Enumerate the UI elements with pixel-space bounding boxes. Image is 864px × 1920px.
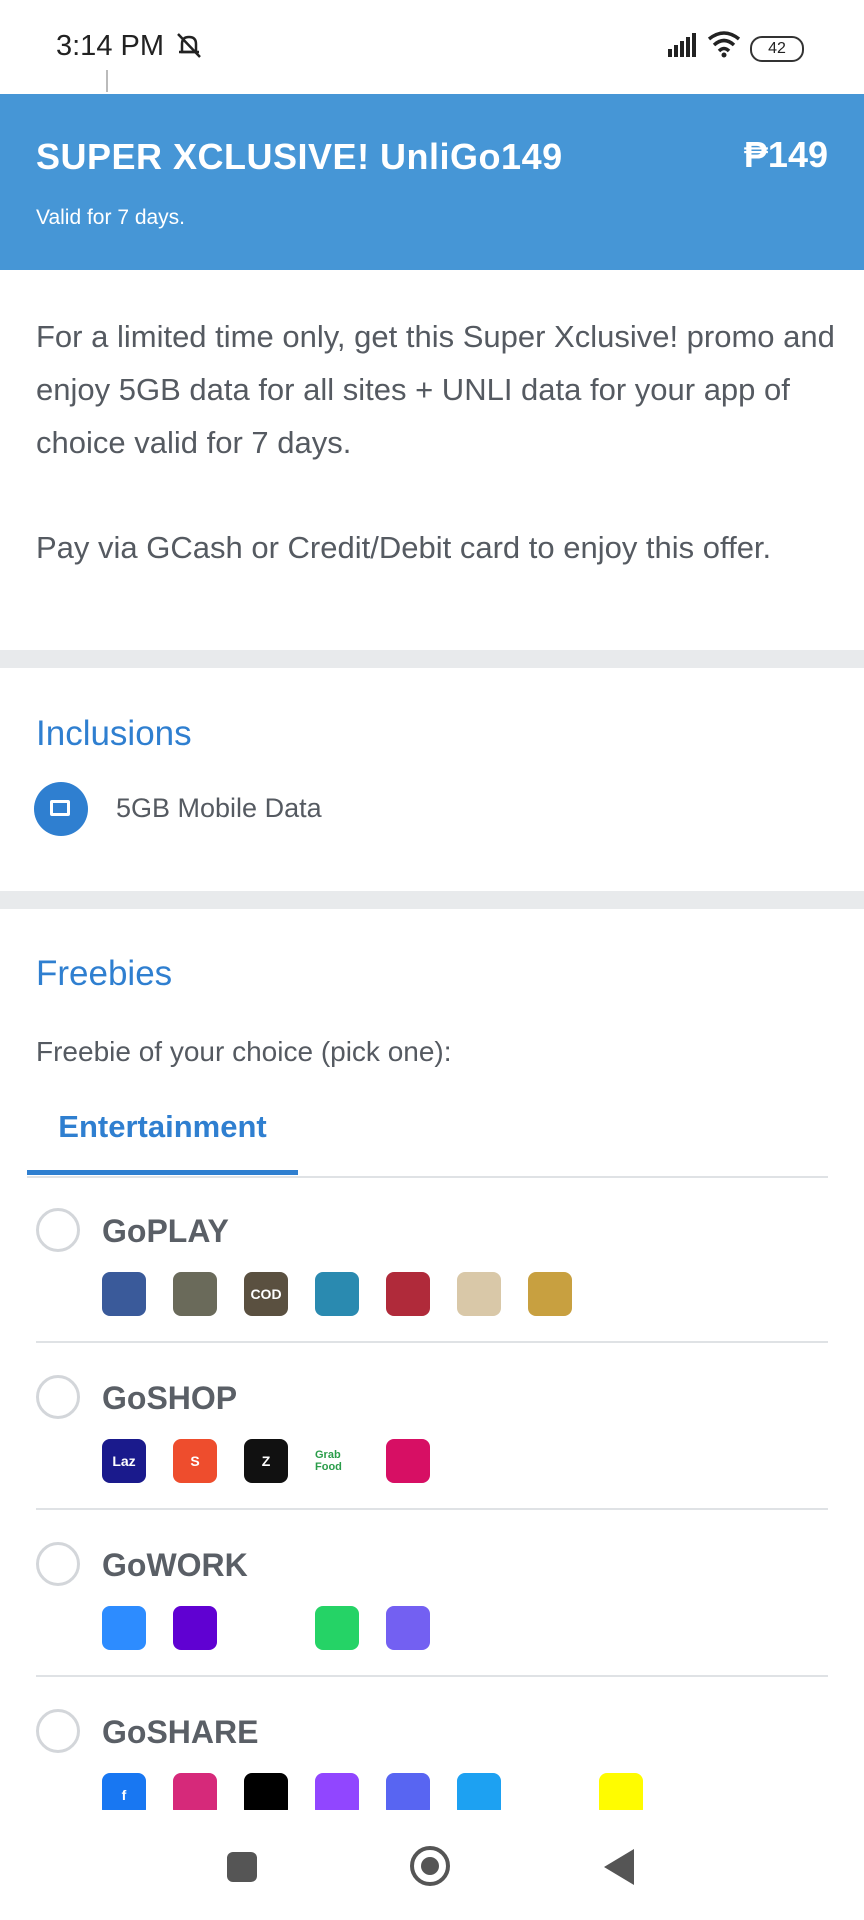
home-button[interactable] bbox=[410, 1846, 450, 1886]
freebies-title: Freebies bbox=[36, 954, 173, 993]
arena-game-icon bbox=[386, 1272, 430, 1316]
radio-button[interactable] bbox=[36, 1208, 80, 1252]
wifi-icon bbox=[707, 31, 741, 58]
action-game-icon bbox=[528, 1272, 572, 1316]
lazada-icon: Laz bbox=[102, 1439, 146, 1483]
inclusion-label: 5GB Mobile Data bbox=[116, 793, 322, 823]
whatsapp-icon bbox=[315, 1606, 359, 1650]
option-label: GoSHARE bbox=[102, 1714, 259, 1750]
option-divider bbox=[36, 1341, 828, 1343]
foodpanda-icon bbox=[386, 1439, 430, 1483]
description-paragraph: For a limited time only, get this Super … bbox=[36, 319, 835, 460]
radio-button[interactable] bbox=[36, 1709, 80, 1753]
section-divider bbox=[0, 891, 864, 909]
option-label: GoSHOP bbox=[102, 1380, 238, 1416]
grabfood-icon: Grab Food bbox=[315, 1439, 359, 1483]
option-label: GoWORK bbox=[102, 1547, 248, 1583]
option-divider bbox=[36, 1508, 828, 1510]
muted-bell-icon bbox=[177, 33, 201, 58]
mobile-data-icon bbox=[34, 782, 88, 836]
shopee-icon: S bbox=[173, 1439, 217, 1483]
promo-description: For a limited time only, get this Super … bbox=[36, 310, 836, 574]
status-time: 3:14 PM bbox=[56, 30, 164, 62]
pubg-icon bbox=[173, 1272, 217, 1316]
promo-title: SUPER XCLUSIVE! UnliGo149 bbox=[36, 136, 563, 177]
tab-bar-divider bbox=[27, 1176, 828, 1178]
yahoo-mail-icon bbox=[173, 1606, 217, 1650]
radio-button[interactable] bbox=[36, 1375, 80, 1419]
radio-button[interactable] bbox=[36, 1542, 80, 1586]
call-of-duty-icon: COD bbox=[244, 1272, 288, 1316]
section-divider bbox=[0, 650, 864, 668]
ms-teams-icon bbox=[244, 1606, 288, 1650]
zoom-icon bbox=[102, 1606, 146, 1650]
viber-icon bbox=[386, 1606, 430, 1650]
status-bar: 3:14 PM 42 bbox=[0, 0, 864, 94]
anime-game-icon bbox=[457, 1272, 501, 1316]
battery-icon: 42 bbox=[750, 36, 804, 62]
recent-apps-button[interactable] bbox=[227, 1852, 257, 1882]
inclusions-title: Inclusions bbox=[36, 714, 192, 753]
back-button[interactable] bbox=[604, 1849, 634, 1885]
status-indicator bbox=[106, 70, 108, 92]
league-wild-rift-icon bbox=[315, 1272, 359, 1316]
option-label: GoPLAY bbox=[102, 1213, 229, 1249]
mobile-legends-icon bbox=[102, 1272, 146, 1316]
zalora-icon: Z bbox=[244, 1439, 288, 1483]
signal-icon bbox=[668, 33, 696, 57]
description-paragraph: Pay via GCash or Credit/Debit card to en… bbox=[36, 530, 772, 565]
freebie-note: Freebie of your choice (pick one): bbox=[36, 1036, 452, 1067]
active-tab-indicator bbox=[27, 1170, 298, 1175]
promo-validity: Valid for 7 days. bbox=[36, 206, 186, 229]
telegram-icon bbox=[457, 1606, 501, 1650]
promo-header: SUPER XCLUSIVE! UnliGo149 ₱149 Valid for… bbox=[0, 94, 864, 270]
promo-price: ₱149 bbox=[743, 134, 828, 175]
option-divider bbox=[36, 1675, 828, 1677]
tab-entertainment[interactable]: Entertainment bbox=[27, 1092, 298, 1176]
